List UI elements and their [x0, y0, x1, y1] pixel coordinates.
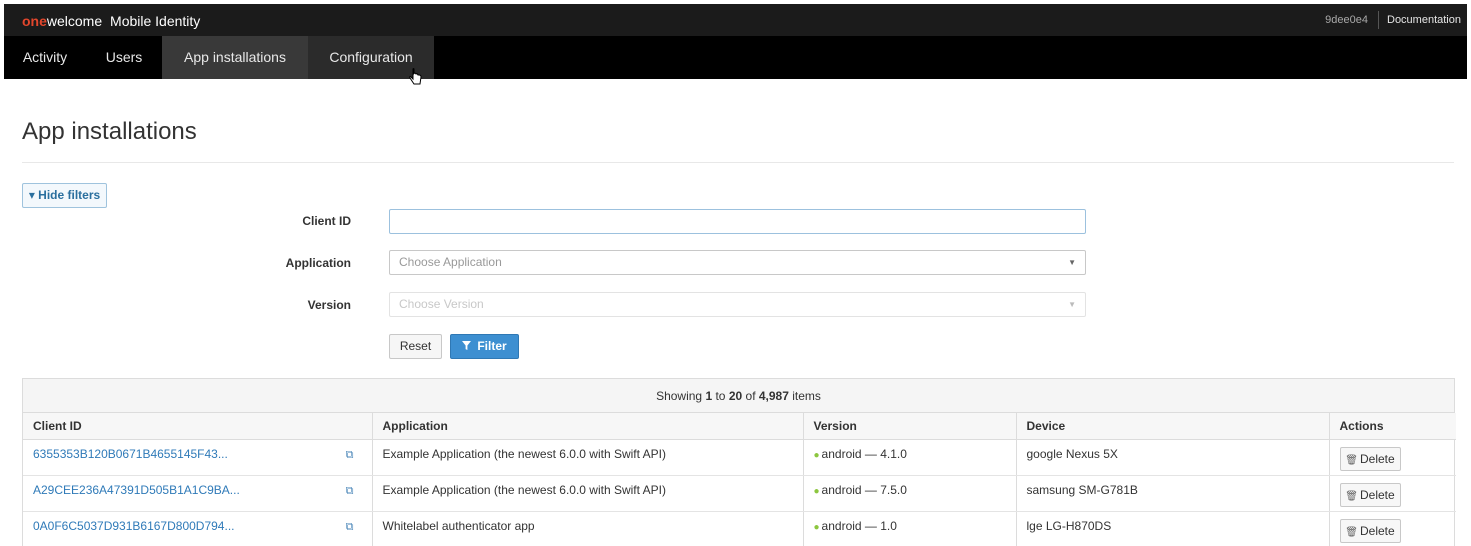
- main-nav: Activity Users App installations Configu…: [4, 36, 1467, 79]
- hide-filters-button[interactable]: ▾ Hide filters: [22, 183, 107, 208]
- chevron-down-icon: ▼: [1068, 300, 1076, 309]
- data-table: Client ID Application Version Device Act…: [23, 413, 1456, 546]
- brand-welcome: welcome: [46, 13, 103, 29]
- application-placeholder: Choose Application: [399, 255, 502, 269]
- client-id-link[interactable]: 0A0F6C5037D931B6167D800D794...: [33, 519, 234, 533]
- actions-cell: 🗑 Delete: [1329, 475, 1456, 512]
- version-label: Version: [307, 298, 351, 312]
- version-hash: 9dee0e4: [1315, 11, 1379, 29]
- tab-activity[interactable]: Activity: [4, 36, 86, 79]
- delete-button[interactable]: 🗑 Delete: [1339, 482, 1401, 507]
- filter-button[interactable]: Filter: [450, 334, 519, 359]
- version-text: android — 7.5.0: [821, 482, 907, 497]
- version-text: android — 1.0: [821, 518, 897, 533]
- column-header-actions: Actions: [1329, 413, 1456, 440]
- delete-button[interactable]: 🗑 Delete: [1339, 518, 1401, 543]
- column-header-application: Application: [372, 413, 804, 440]
- actions-cell: 🗑 Delete: [1329, 439, 1456, 476]
- top-bar: onewelcome Mobile Identity 9dee0e4 Docum…: [4, 4, 1467, 36]
- application-cell: Example Application (the newest 6.0.0 wi…: [372, 439, 804, 476]
- table-row: 6355353B120B0671B4655145F43... ⧉ Example …: [23, 439, 1456, 476]
- column-header-device: Device: [1016, 413, 1330, 440]
- device-cell: samsung SM-G781B: [1016, 475, 1330, 512]
- android-icon: ●: [813, 485, 820, 497]
- client-id-link[interactable]: 6355353B120B0671B4655145F43...: [33, 447, 228, 461]
- client-id-cell: 6355353B120B0671B4655145F43... ⧉: [23, 439, 373, 476]
- copy-icon[interactable]: ⧉: [346, 449, 354, 462]
- page-title: App installations: [22, 118, 197, 145]
- tab-app-installations[interactable]: App installations: [162, 36, 308, 79]
- chevron-down-icon: ▼: [1068, 258, 1076, 267]
- android-icon: ●: [813, 449, 820, 461]
- delete-label: Delete: [1360, 487, 1395, 502]
- showing-suffix: items: [788, 389, 821, 403]
- table-row: 0A0F6C5037D931B6167D800D794... ⧉ Whitelab…: [23, 511, 1456, 546]
- copy-icon[interactable]: ⧉: [346, 521, 354, 534]
- brand-one: one: [22, 13, 47, 29]
- trash-icon: 🗑: [1345, 526, 1358, 538]
- trash-icon: 🗑: [1345, 454, 1358, 466]
- trash-icon: 🗑: [1345, 490, 1358, 502]
- copy-icon[interactable]: ⧉: [346, 485, 354, 498]
- hand-pointer-icon: [409, 68, 422, 85]
- table-header-row: Client ID Application Version Device Act…: [23, 413, 1456, 440]
- top-right-links: 9dee0e4 Documentation: [1315, 4, 1467, 36]
- version-cell: ● android — 1.0: [803, 511, 1017, 546]
- delete-label: Delete: [1360, 523, 1395, 538]
- filter-icon: [462, 341, 472, 350]
- client-id-input[interactable]: [389, 209, 1086, 234]
- showing-to-word: to: [712, 389, 729, 403]
- version-placeholder: Choose Version: [399, 297, 484, 311]
- tab-users[interactable]: Users: [86, 36, 162, 79]
- pagination-summary: Showing 1 to 20 of 4,987 items: [23, 379, 1454, 413]
- column-header-version: Version: [803, 413, 1017, 440]
- client-id-label: Client ID: [302, 214, 351, 228]
- filter-button-label: Filter: [477, 339, 507, 353]
- application-cell: Whitelabel authenticator app: [372, 511, 804, 546]
- title-divider: [22, 162, 1454, 163]
- brand-product: Mobile Identity: [110, 13, 201, 29]
- version-text: android — 4.1.0: [821, 446, 907, 461]
- delete-label: Delete: [1360, 451, 1395, 466]
- showing-to: 20: [728, 389, 743, 403]
- version-cell: ● android — 4.1.0: [803, 439, 1017, 476]
- client-id-cell: A29CEE236A47391D505B1A1C9BA... ⧉: [23, 475, 373, 512]
- version-select[interactable]: Choose Version ▼: [389, 292, 1086, 317]
- application-select[interactable]: Choose Application ▼: [389, 250, 1086, 275]
- application-label: Application: [285, 256, 351, 270]
- delete-button[interactable]: 🗑 Delete: [1339, 446, 1401, 471]
- actions-cell: 🗑 Delete: [1329, 511, 1456, 546]
- brand-logo[interactable]: onewelcome Mobile Identity: [22, 13, 200, 29]
- application-cell: Example Application (the newest 6.0.0 wi…: [372, 475, 804, 512]
- client-id-link[interactable]: A29CEE236A47391D505B1A1C9BA...: [33, 483, 240, 497]
- version-cell: ● android — 7.5.0: [803, 475, 1017, 512]
- installations-table: Showing 1 to 20 of 4,987 items Client ID…: [22, 378, 1456, 546]
- android-icon: ●: [813, 521, 820, 533]
- reset-button[interactable]: Reset: [389, 334, 442, 359]
- device-cell: google Nexus 5X: [1016, 439, 1330, 476]
- showing-of-word: of: [742, 389, 759, 403]
- table-row: A29CEE236A47391D505B1A1C9BA... ⧉ Example …: [23, 475, 1456, 512]
- client-id-cell: 0A0F6C5037D931B6167D800D794... ⧉: [23, 511, 373, 546]
- device-cell: lge LG-H870DS: [1016, 511, 1330, 546]
- column-header-client-id: Client ID: [23, 413, 373, 440]
- showing-total: 4,987: [758, 389, 789, 403]
- showing-prefix: Showing: [656, 389, 706, 403]
- documentation-link[interactable]: Documentation: [1379, 14, 1467, 26]
